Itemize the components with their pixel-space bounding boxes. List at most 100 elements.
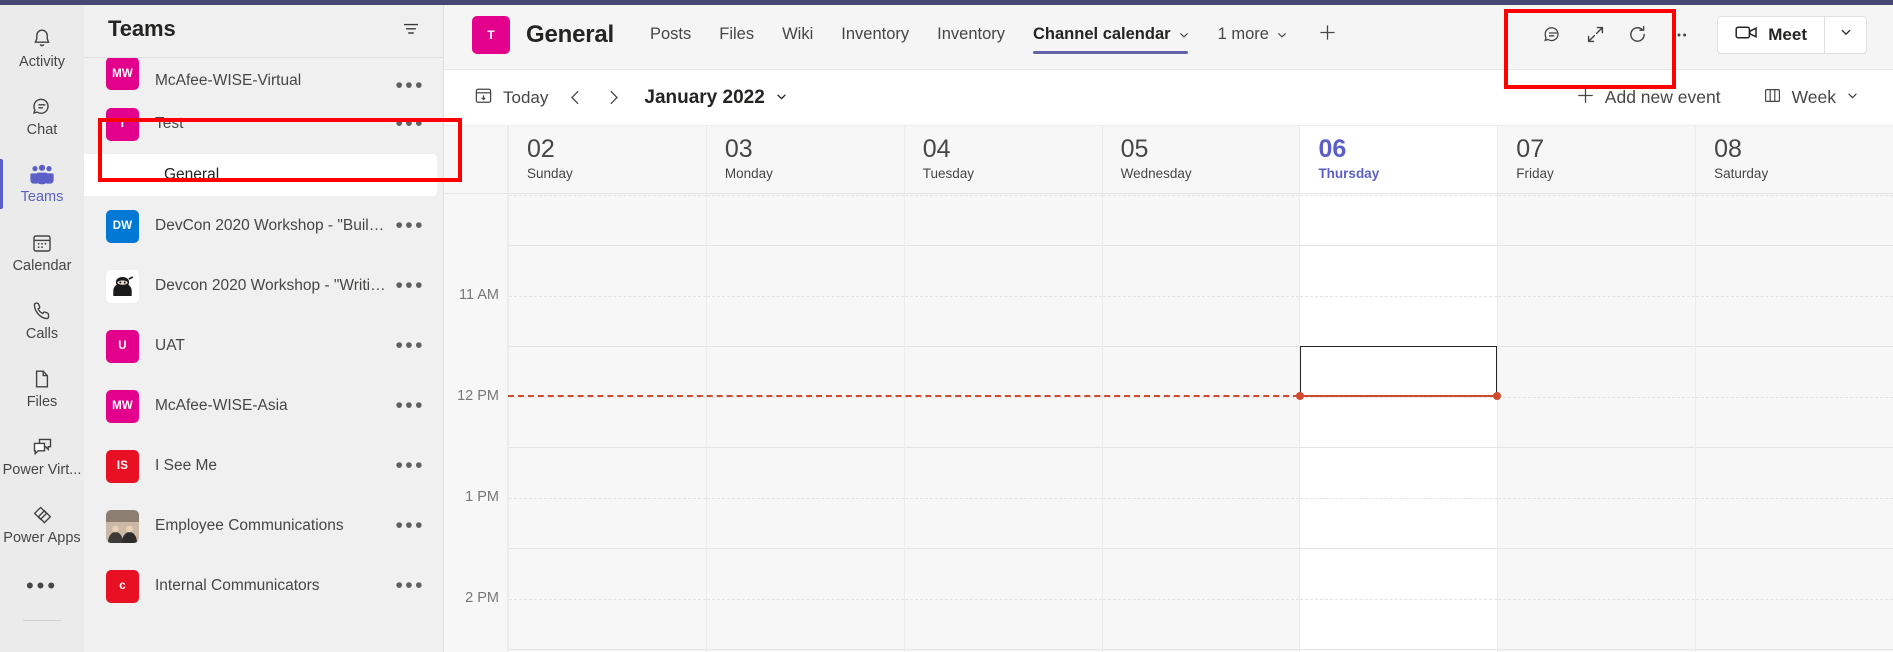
time-label: 1 PM xyxy=(465,489,499,505)
day-header-06-today[interactable]: 06 Thursday xyxy=(1299,126,1497,193)
tab-files[interactable]: Files xyxy=(705,0,768,70)
add-tab-button[interactable] xyxy=(1302,0,1353,70)
today-button[interactable]: Today xyxy=(466,80,556,116)
day-column-05[interactable] xyxy=(1102,194,1300,652)
phone-icon xyxy=(30,299,54,323)
week-view-icon xyxy=(1763,86,1782,110)
team-row[interactable]: Devcon 2020 Workshop - "Writing Ya... ••… xyxy=(84,256,443,316)
more-options-icon[interactable]: ••• xyxy=(389,402,431,410)
day-number: 03 xyxy=(725,134,904,164)
day-header-02[interactable]: 02 Sunday xyxy=(508,126,706,193)
more-options-icon[interactable]: ••• xyxy=(389,282,431,290)
conversation-icon[interactable] xyxy=(1535,17,1571,53)
rail-item-chat[interactable]: Chat xyxy=(0,82,84,150)
meet-dropdown-button[interactable] xyxy=(1824,17,1866,53)
add-new-event-button[interactable]: Add new event xyxy=(1568,80,1729,116)
day-column-02[interactable] xyxy=(508,194,706,652)
team-row[interactable]: MW McAfee-WISE-Virtual ••• xyxy=(84,58,443,94)
time-label: 2 PM xyxy=(465,590,499,606)
rail-item-calendar[interactable]: Calendar xyxy=(0,218,84,286)
time-gutter: 11 AM 12 PM 1 PM 2 PM xyxy=(444,194,508,652)
more-options-icon[interactable]: ••• xyxy=(389,582,431,590)
team-row[interactable]: Employee Communications ••• xyxy=(84,496,443,556)
teams-scroll-area[interactable]: MW McAfee-WISE-Virtual ••• T Test ••• Ge… xyxy=(84,57,443,652)
rail-item-calls[interactable]: Calls xyxy=(0,286,84,354)
rail-item-power-apps[interactable]: Power Apps xyxy=(0,490,84,558)
team-row[interactable]: U UAT ••• xyxy=(84,316,443,376)
channel-tab-bar: Posts Files Wiki Inventory Inventory Cha… xyxy=(636,0,1353,70)
people-icon xyxy=(29,164,55,186)
calendar-grid[interactable]: 02 Sunday 03 Monday 04 Tuesday 05 Wednes… xyxy=(444,126,1893,652)
expand-icon[interactable] xyxy=(1577,17,1613,53)
more-options-icon[interactable]: ••• xyxy=(389,462,431,470)
team-name: Employee Communications xyxy=(155,517,389,535)
tab-label: Channel calendar xyxy=(1033,25,1171,44)
day-name: Thursday xyxy=(1318,166,1497,181)
day-number: 05 xyxy=(1121,134,1300,164)
tab-channel-calendar[interactable]: Channel calendar xyxy=(1019,0,1204,70)
avatar-initials: MW xyxy=(112,68,133,80)
chevron-down-icon xyxy=(1839,25,1853,44)
team-name: DevCon 2020 Workshop - "Build your... xyxy=(155,217,389,235)
tab-wiki[interactable]: Wiki xyxy=(768,0,827,70)
more-options-icon[interactable]: ••• xyxy=(389,120,431,128)
tab-inventory-2[interactable]: Inventory xyxy=(923,0,1019,70)
day-header-08[interactable]: 08 Saturday xyxy=(1695,126,1893,193)
previous-week-button[interactable] xyxy=(556,81,594,115)
rail-more-apps-button[interactable]: ••• xyxy=(0,558,84,614)
filter-icon[interactable] xyxy=(401,19,421,39)
day-column-07[interactable] xyxy=(1497,194,1695,652)
more-options-icon[interactable]: ••• xyxy=(389,342,431,350)
tab-posts[interactable]: Posts xyxy=(636,0,705,70)
page-title: Teams xyxy=(108,16,176,42)
avatar: MW xyxy=(106,58,139,90)
month-label: January 2022 xyxy=(644,87,764,109)
team-row-test[interactable]: T Test ••• xyxy=(84,94,443,154)
meet-button[interactable]: Meet xyxy=(1718,17,1824,53)
channel-row-general[interactable]: General xyxy=(84,154,437,196)
team-row[interactable]: MW McAfee-WISE-Asia ••• xyxy=(84,376,443,436)
rail-label: Chat xyxy=(27,122,58,138)
avatar: c xyxy=(106,570,139,603)
team-row[interactable]: IS I See Me ••• xyxy=(84,436,443,496)
day-header-07[interactable]: 07 Friday xyxy=(1497,126,1695,193)
tab-inventory-1[interactable]: Inventory xyxy=(827,0,923,70)
calendar-body[interactable]: 11 AM 12 PM 1 PM 2 PM xyxy=(444,194,1893,652)
team-row[interactable]: DW DevCon 2020 Workshop - "Build your...… xyxy=(84,196,443,256)
day-header-05[interactable]: 05 Wednesday xyxy=(1102,126,1300,193)
rail-item-teams[interactable]: Teams xyxy=(0,150,84,218)
rail-item-activity[interactable]: Activity xyxy=(0,14,84,82)
more-options-icon[interactable]: ••• xyxy=(389,82,431,90)
video-camera-icon xyxy=(1735,24,1758,46)
rail-divider xyxy=(23,620,61,621)
teams-app-window: Activity Chat Teams xyxy=(0,0,1893,652)
day-column-04[interactable] xyxy=(904,194,1102,652)
day-column-08[interactable] xyxy=(1695,194,1893,652)
chevron-down-icon[interactable] xyxy=(1276,29,1288,41)
chevron-down-icon[interactable] xyxy=(1178,29,1190,41)
selected-time-slot[interactable] xyxy=(1300,346,1497,397)
rail-label: Power Apps xyxy=(3,530,80,546)
team-row[interactable]: c Internal Communicators ••• xyxy=(84,556,443,616)
more-options-icon[interactable]: ••• xyxy=(389,522,431,530)
tab-one-more[interactable]: 1 more xyxy=(1204,0,1302,70)
day-column-03[interactable] xyxy=(706,194,904,652)
day-number: 08 xyxy=(1714,134,1893,164)
month-picker[interactable]: January 2022 xyxy=(644,87,787,109)
more-options-icon[interactable]: ••• xyxy=(389,222,431,230)
calendar-view-selector[interactable]: Week xyxy=(1755,80,1867,116)
team-name: Test xyxy=(155,115,389,133)
avatar-initials: IS xyxy=(117,460,128,472)
team-name: Devcon 2020 Workshop - "Writing Ya... xyxy=(155,277,389,295)
team-avatar: T xyxy=(472,16,510,54)
rail-item-files[interactable]: Files xyxy=(0,354,84,422)
rail-item-power-virtual-agents[interactable]: Power Virt... xyxy=(0,422,84,490)
day-header-04[interactable]: 04 Tuesday xyxy=(904,126,1102,193)
next-week-button[interactable] xyxy=(594,81,632,115)
day-column-06-today[interactable] xyxy=(1299,194,1497,652)
day-header-03[interactable]: 03 Monday xyxy=(706,126,904,193)
more-options-icon[interactable] xyxy=(1661,17,1697,53)
calendar-columns[interactable] xyxy=(508,194,1893,652)
tab-label: Files xyxy=(719,25,754,44)
refresh-icon[interactable] xyxy=(1619,17,1655,53)
